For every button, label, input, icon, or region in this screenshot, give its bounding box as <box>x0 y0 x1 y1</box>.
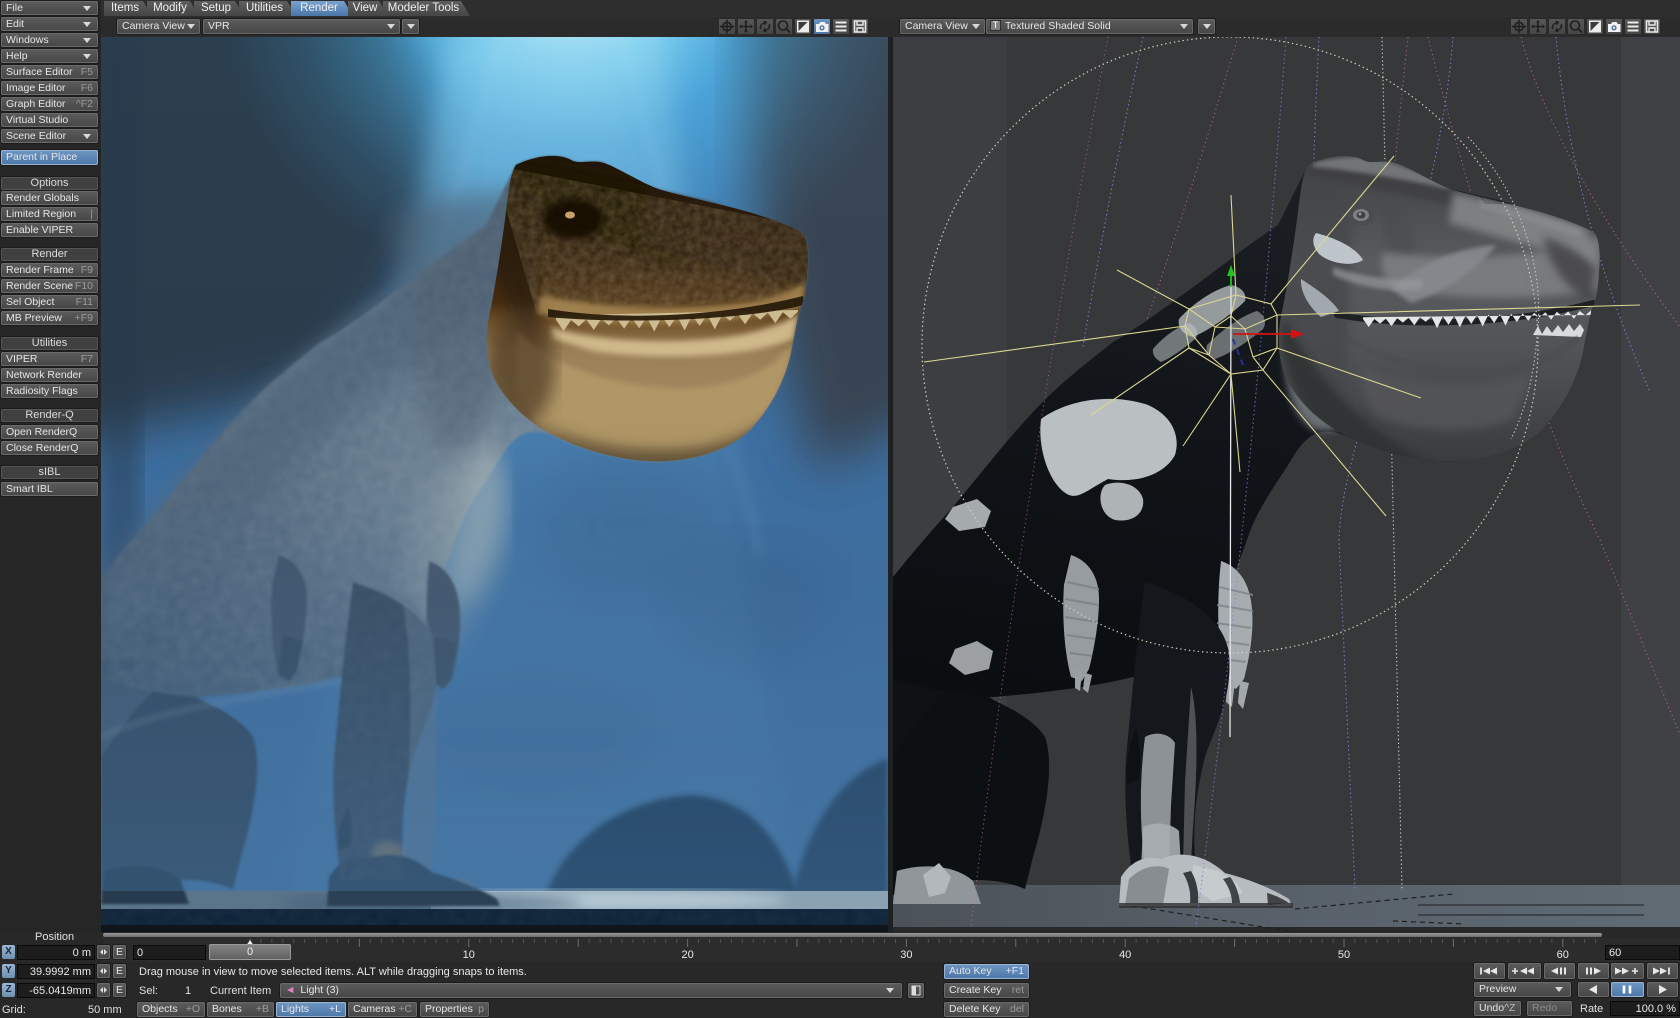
svg-text:20: 20 <box>681 949 693 961</box>
svg-text:10: 10 <box>463 949 475 961</box>
svg-text:30: 30 <box>900 949 912 961</box>
svg-text:50: 50 <box>1338 949 1350 961</box>
svg-text:40: 40 <box>1119 949 1131 961</box>
svg-text:60: 60 <box>1557 949 1569 961</box>
